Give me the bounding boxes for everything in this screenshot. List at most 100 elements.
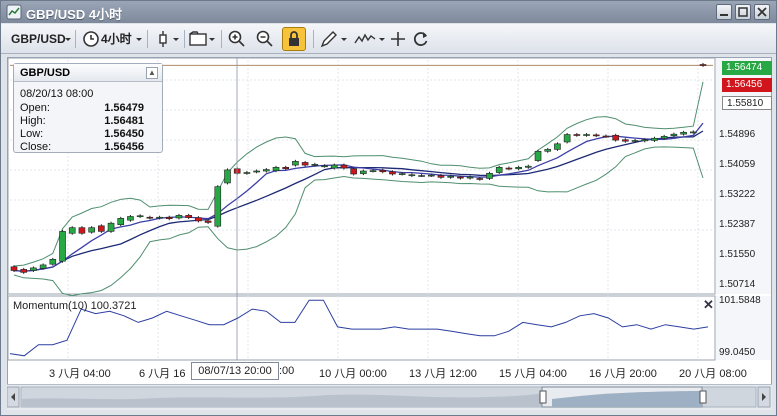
candle [525, 165, 532, 168]
candle [660, 136, 668, 139]
candle [214, 186, 222, 227]
price-tick: 1.53222 [719, 189, 756, 200]
minimize-button[interactable] [716, 4, 732, 20]
candle [20, 269, 28, 273]
info-close-value: 1.56456 [104, 141, 144, 153]
candle [224, 169, 231, 184]
candle [175, 215, 183, 219]
candle [127, 216, 134, 221]
chart-app-icon [6, 4, 22, 20]
zoom-in-icon[interactable] [227, 29, 247, 49]
indicators-icon[interactable] [353, 29, 377, 49]
chevron-down-icon[interactable] [377, 29, 387, 49]
candle [554, 143, 561, 150]
candle [98, 225, 105, 232]
time-tick: 10 八月 00:00 [319, 368, 387, 380]
candle [10, 266, 18, 271]
time-tick: 6 八月 16 [139, 368, 186, 380]
close-icon [757, 7, 767, 17]
candle [282, 167, 290, 170]
minimize-icon [720, 14, 728, 16]
time-tick: 20 八月 08:00 [679, 368, 747, 380]
chevron-down-icon[interactable] [63, 29, 73, 49]
navigator-scrollbar[interactable] [7, 384, 772, 410]
candle [350, 168, 357, 175]
crosshair-icon[interactable] [388, 29, 408, 49]
info-high-label: High: [20, 115, 46, 127]
candle [670, 133, 678, 136]
refresh-icon[interactable] [411, 29, 431, 49]
chart-window: GBP/USD 4小时 GBP/USD 4小时 GBP/USD ▲ 08/20/… [0, 0, 777, 416]
momentum-label: Momentum(10) 100.3721 [13, 300, 137, 312]
candle [360, 170, 367, 174]
candle [427, 174, 435, 177]
candle [195, 217, 202, 222]
info-datetime: 08/20/13 08:00 [20, 88, 94, 100]
candle [534, 150, 542, 161]
info-open-label: Open: [20, 102, 50, 114]
price-tick: 1.50714 [719, 279, 756, 290]
candle [592, 134, 600, 137]
candle [204, 220, 212, 223]
candle [340, 164, 348, 169]
candle [117, 218, 125, 225]
time-tick: 3 八月 04:00 [49, 368, 111, 380]
lock-button[interactable] [282, 27, 306, 51]
candle [505, 167, 513, 170]
candle [651, 137, 658, 141]
candle [146, 216, 154, 219]
close-button[interactable] [754, 4, 770, 20]
navigator-handle-right [699, 390, 707, 404]
info-low-value: 1.56450 [104, 128, 144, 140]
candle [68, 227, 76, 234]
chevron-down-icon[interactable] [339, 29, 349, 49]
close-indicator-icon[interactable]: ✕ [703, 297, 714, 313]
zoom-out-icon[interactable] [255, 29, 275, 49]
maximize-button[interactable] [735, 4, 751, 20]
candle [165, 216, 173, 220]
symbol-selector[interactable]: GBP/USD [11, 29, 66, 49]
chevron-down-icon[interactable] [171, 29, 181, 49]
price-badge-bid: 1.56456 [722, 78, 772, 92]
template-folder-icon[interactable] [188, 29, 208, 49]
crosshair-time-label: 08/07/13 20:00 [191, 362, 279, 380]
price-tick: 1.52387 [719, 219, 756, 230]
candle [457, 176, 464, 179]
info-open-value: 1.56479 [104, 102, 144, 114]
momentum-axis-top: 101.5848 [719, 295, 761, 306]
candle [476, 178, 484, 180]
candle [301, 162, 309, 166]
navigator-handle-left [539, 390, 547, 404]
candle [272, 167, 280, 171]
candle [495, 167, 503, 173]
chevron-down-icon[interactable] [134, 29, 144, 49]
window-title: GBP/USD 4小时 [26, 7, 123, 22]
chevron-down-icon[interactable] [207, 29, 217, 49]
candle [418, 175, 425, 177]
candle [243, 172, 251, 174]
candle [641, 139, 649, 142]
price-tick: 1.54059 [719, 159, 756, 170]
navigator-overview[interactable] [7, 385, 772, 411]
candle [379, 169, 387, 173]
candle [486, 172, 493, 179]
clock-icon[interactable] [81, 29, 101, 49]
candle [515, 167, 522, 170]
candle [321, 165, 328, 168]
candlestick-type-icon[interactable] [153, 29, 173, 49]
title-bar: GBP/USD 4小时 [1, 1, 776, 23]
candle [59, 231, 66, 262]
timeframe-selector[interactable]: 4小时 [101, 29, 132, 49]
candle [602, 135, 610, 138]
collapse-icon[interactable]: ▲ [146, 67, 158, 79]
chart-toolbar: GBP/USD 4小时 [1, 24, 776, 54]
candle [631, 140, 639, 142]
price-tick: 1.54896 [719, 129, 756, 140]
pencil-icon[interactable] [319, 29, 339, 49]
candle [311, 164, 319, 166]
lock-icon [289, 31, 299, 46]
info-high-value: 1.56481 [104, 115, 144, 127]
info-symbol: GBP/USD [14, 64, 162, 82]
candle [88, 227, 95, 233]
candle [330, 164, 338, 169]
